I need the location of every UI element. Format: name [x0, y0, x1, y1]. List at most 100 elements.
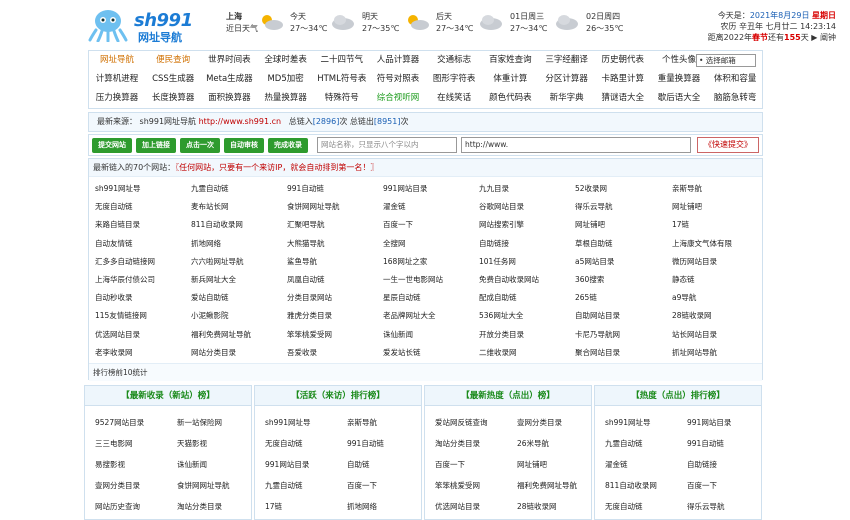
add-link-button[interactable]: 加上链接 [136, 138, 176, 153]
nav-link[interactable]: MD5加密 [258, 71, 314, 88]
link-item[interactable]: 抓址网站导航 [672, 347, 717, 358]
ranking-item[interactable]: 百度一下 [435, 459, 465, 470]
link-item[interactable]: 汇多多自动链接网 [95, 256, 155, 267]
nav-link[interactable]: 特殊符号 [314, 90, 370, 107]
ranking-item[interactable]: 28链收录网 [517, 501, 557, 512]
link-item[interactable]: 无度自动链 [95, 201, 133, 212]
ranking-item[interactable]: 壹网分类目录 [95, 480, 140, 491]
link-item[interactable]: 分类目录网站 [287, 292, 332, 303]
link-item[interactable]: 爱站自助链 [191, 292, 229, 303]
link-item[interactable]: 991自动链 [287, 183, 324, 194]
nav-link[interactable]: HTML符号表 [314, 71, 370, 88]
site-name-input[interactable]: 网站名称，只显示八个字以内 [317, 137, 457, 153]
ranking-item[interactable]: 新一站保险网 [177, 417, 222, 428]
link-item[interactable]: 微历网站目录 [672, 256, 717, 267]
ranking-item[interactable]: 811自动收录网 [605, 480, 657, 491]
link-item[interactable]: 上海康文气体有限 [672, 238, 732, 249]
nav-link[interactable]: 世界时间表 [201, 52, 257, 69]
ranking-item[interactable]: sh991网址导 [605, 417, 650, 428]
ranking-item[interactable]: 自助链接 [687, 459, 717, 470]
nav-link[interactable]: 人品计算器 [370, 52, 426, 69]
link-item[interactable]: 全搜网 [383, 238, 406, 249]
nav-link[interactable]: 历史朝代表 [595, 52, 651, 69]
link-item[interactable]: 开放分类目录 [479, 329, 524, 340]
ranking-item[interactable]: 九霊自动链 [605, 438, 643, 449]
link-item[interactable]: 老李收录网 [95, 347, 133, 358]
link-item[interactable]: 17链 [672, 219, 689, 230]
link-item[interactable]: 28链收录网 [672, 310, 712, 321]
link-item[interactable]: 网站搜索引擎 [479, 219, 524, 230]
link-item[interactable]: 265链 [575, 292, 597, 303]
nav-link[interactable]: 猜谜语大全 [595, 90, 651, 107]
link-item[interactable]: 168网址之家 [383, 256, 427, 267]
nav-link[interactable]: 颜色代码表 [482, 90, 538, 107]
ranking-item[interactable]: 26米导航 [517, 438, 549, 449]
nav-link[interactable]: 百家姓查询 [482, 52, 538, 69]
ranking-item[interactable]: 九霊自动链 [265, 480, 303, 491]
ranking-item[interactable]: 无度自动链 [265, 438, 303, 449]
link-item[interactable]: 诛仙新闻 [383, 329, 413, 340]
link-item[interactable]: 991网站目录 [383, 183, 427, 194]
ranking-item[interactable]: 食饼网网址导航 [177, 480, 230, 491]
link-item[interactable]: a5网站目录 [575, 256, 614, 267]
ranking-item[interactable]: sh991网址导 [265, 417, 310, 428]
ranking-item[interactable]: 百度一下 [687, 480, 717, 491]
link-item[interactable]: 静态链 [672, 274, 695, 285]
link-item[interactable]: 谷歌网站目录 [479, 201, 524, 212]
ranking-item[interactable]: 网址铺吧 [517, 459, 547, 470]
nav-link[interactable]: 脑筋急转弯 [707, 90, 763, 107]
nav-link[interactable]: CSS生成器 [145, 71, 201, 88]
ranking-item[interactable]: 抓地网络 [347, 501, 377, 512]
link-item[interactable]: 麦布站长网 [191, 201, 229, 212]
nav-link[interactable]: 图形字符表 [426, 71, 482, 88]
ranking-item[interactable]: 三三电影网 [95, 438, 133, 449]
nav-link[interactable]: 歇后语大全 [651, 90, 707, 107]
link-item[interactable]: 小泥鳅影院 [191, 310, 229, 321]
link-item[interactable]: 自助网站目录 [575, 310, 620, 321]
click-once-button[interactable]: 点击一次 [180, 138, 220, 153]
ranking-item[interactable]: 百度一下 [347, 480, 377, 491]
mail-select[interactable]: • 选择邮箱 [696, 54, 756, 67]
submit-site-button[interactable]: 提交网站 [92, 138, 132, 153]
nav-link[interactable]: 体重计算 [482, 71, 538, 88]
link-item[interactable]: 濯金链 [383, 201, 406, 212]
ranking-item[interactable]: 易搜影视 [95, 459, 125, 470]
nav-link[interactable]: 综合视听网 [370, 90, 426, 107]
ranking-item[interactable]: 天猫影视 [177, 438, 207, 449]
nav-link[interactable]: 压力换算器 [89, 90, 145, 107]
link-item[interactable]: 自动友情链 [95, 238, 133, 249]
nav-link[interactable]: 计算机进程 [89, 71, 145, 88]
link-item[interactable]: 鲨鱼导航 [287, 256, 317, 267]
link-item[interactable]: 二维收录网 [479, 347, 517, 358]
nav-link[interactable]: 符号对照表 [370, 71, 426, 88]
link-item[interactable]: 360搜索 [575, 274, 604, 285]
festival-countdown[interactable]: 距离2022年春节还有155天 ▶ 阐钟 [708, 32, 836, 43]
link-item[interactable]: 吾爱收录 [287, 347, 317, 358]
ranking-item[interactable]: 笨笨桃爱受网 [435, 480, 480, 491]
nav-link[interactable]: Meta生成器 [201, 71, 257, 88]
ranking-item[interactable]: 网站历史查询 [95, 501, 140, 512]
nav-link[interactable]: 重量换算器 [651, 71, 707, 88]
link-item[interactable]: 汇聚吧导航 [287, 219, 325, 230]
link-item[interactable]: 星辰自动链 [383, 292, 421, 303]
link-item[interactable]: 来路自链目录 [95, 219, 140, 230]
ranking-item[interactable]: 淘站分类目录 [435, 438, 480, 449]
ranking-item[interactable]: 991自动链 [347, 438, 384, 449]
link-item[interactable]: 抓地网络 [191, 238, 221, 249]
ranking-item[interactable]: 亲斯导航 [347, 417, 377, 428]
nav-link[interactable]: 分区计算器 [539, 71, 595, 88]
link-item[interactable]: 52收录网 [575, 183, 607, 194]
link-item[interactable]: a9导航 [672, 292, 696, 303]
link-item[interactable]: 草根自助链 [575, 238, 613, 249]
link-item[interactable]: 亲斯导航 [672, 183, 702, 194]
nav-link[interactable]: 二十四节气 [314, 52, 370, 69]
site-logo[interactable]: sh991 网址导航 [88, 8, 200, 44]
link-item[interactable]: 配成自助链 [479, 292, 517, 303]
ranking-item[interactable]: 无度自动链 [605, 501, 643, 512]
link-item[interactable]: 811自动收录网 [191, 219, 243, 230]
ranking-item[interactable]: 壹网分类目录 [517, 417, 562, 428]
nav-link[interactable]: 在线笑话 [426, 90, 482, 107]
ranking-item[interactable]: 得乐云导航 [687, 501, 725, 512]
link-item[interactable]: 大熊猫导航 [287, 238, 325, 249]
link-item[interactable]: 六六啦网址导航 [191, 256, 244, 267]
